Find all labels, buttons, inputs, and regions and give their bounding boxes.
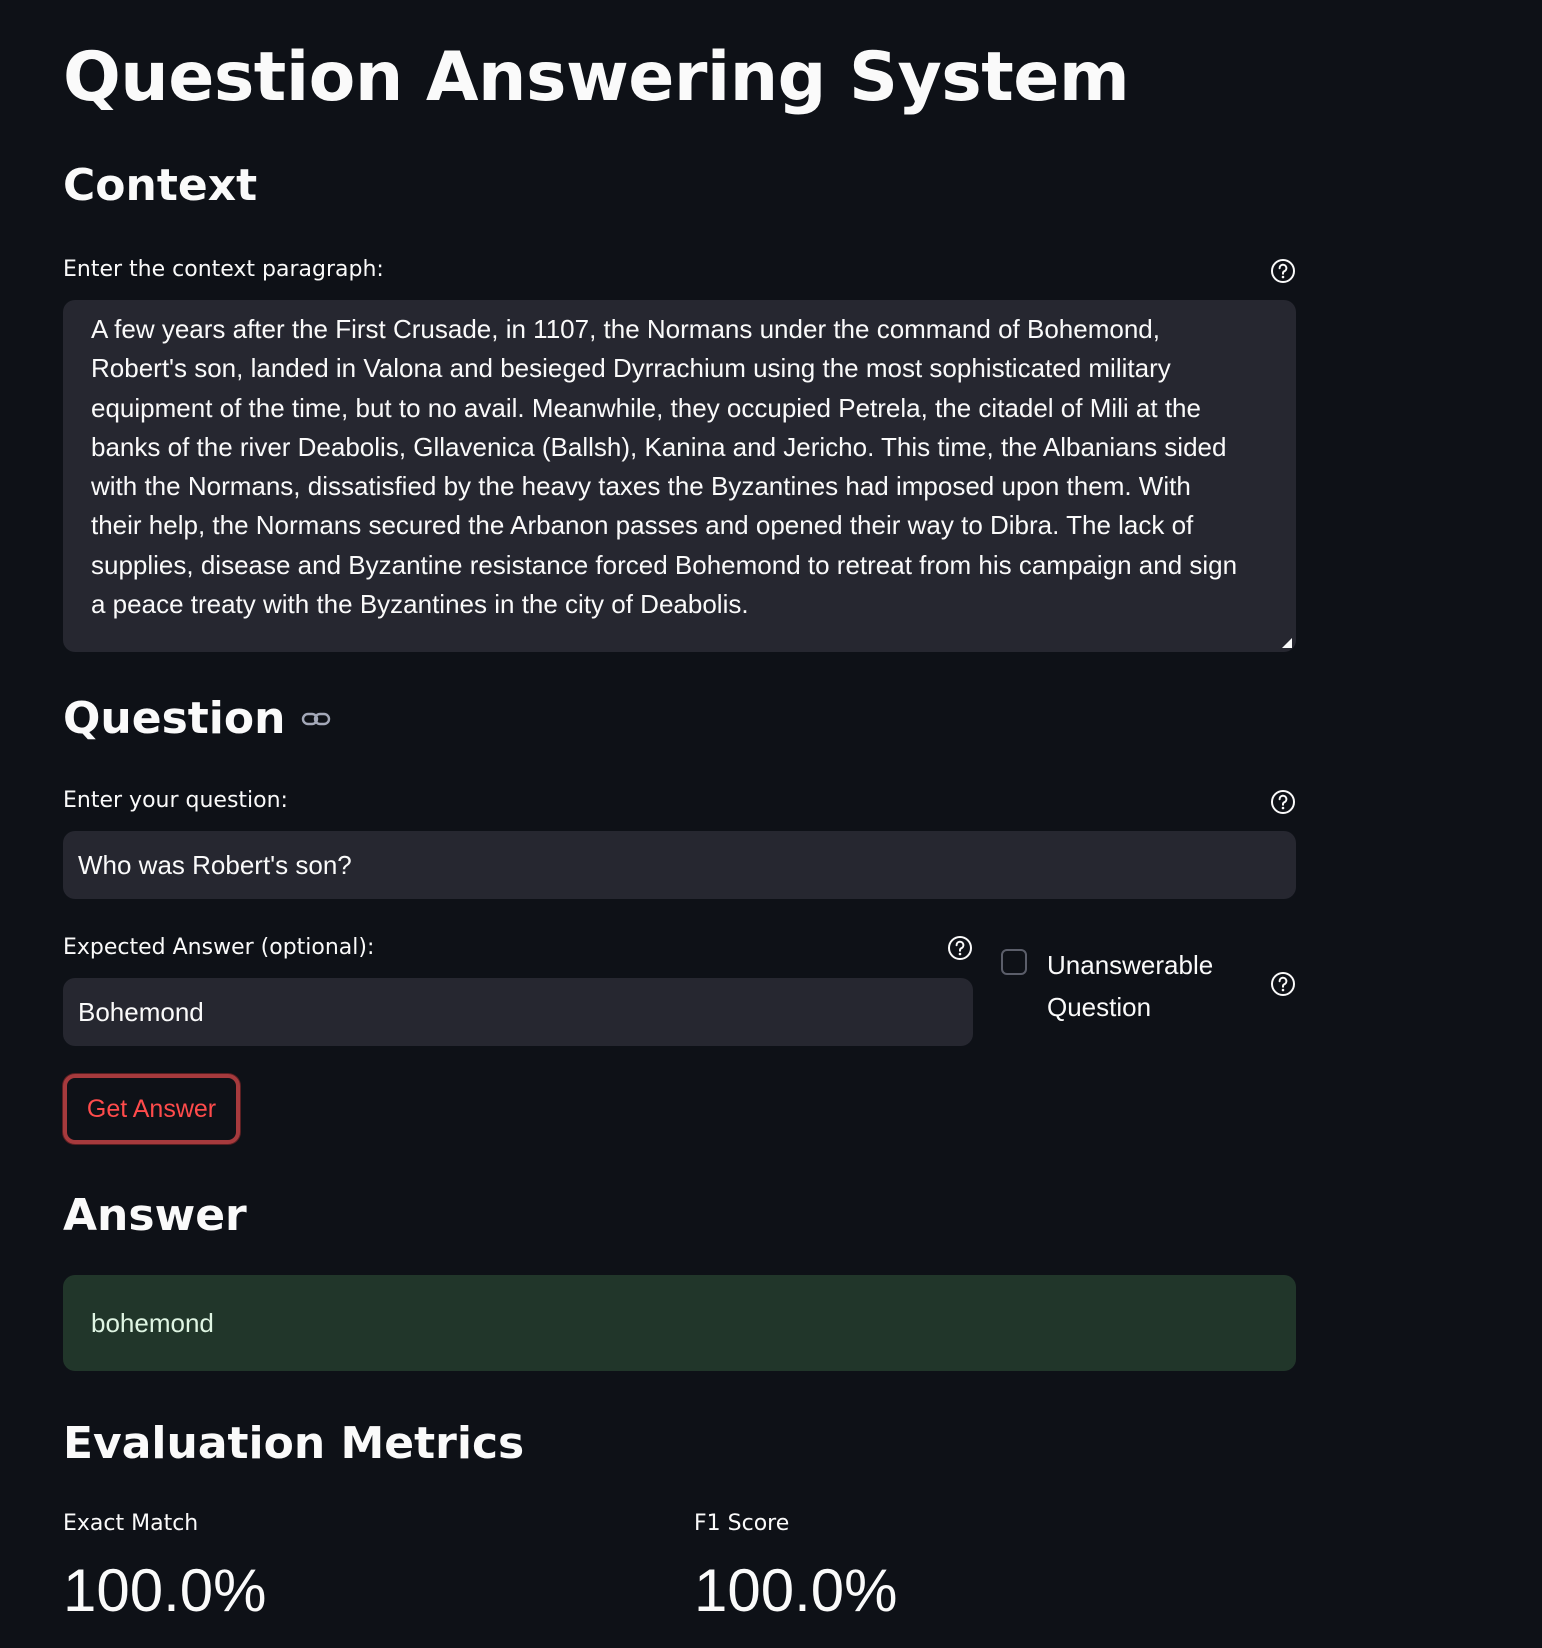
context-line: A few years after the First Crusade, in … [91, 314, 1160, 344]
f1-score-value: 100.0% [694, 1557, 898, 1624]
context-heading: Context [63, 160, 258, 211]
exact-match-label: Exact Match [63, 1511, 199, 1536]
expected-answer-help-icon[interactable] [947, 935, 973, 961]
unanswerable-checkbox[interactable] [1001, 949, 1027, 975]
answer-heading: Answer [63, 1190, 247, 1241]
context-line: equipment of the time, but to no avail. … [91, 392, 1201, 423]
resize-handle[interactable] [1282, 638, 1292, 648]
answer-box: bohemond [63, 1275, 1296, 1371]
question-input-value: Who was Robert's son? [78, 849, 352, 880]
metrics-heading: Evaluation Metrics [63, 1418, 525, 1469]
answer-value: bohemond [91, 1307, 214, 1338]
exact-match-value: 100.0% [63, 1557, 267, 1624]
context-line: Robert's son, landed in Valona and besie… [91, 353, 1171, 384]
question-heading: Question [63, 693, 286, 744]
context-line: supplies, disease and Byzantine resistan… [91, 549, 1238, 580]
unanswerable-help-icon[interactable] [1270, 971, 1296, 997]
f1-score-label: F1 Score [694, 1511, 790, 1536]
link-icon[interactable] [301, 704, 331, 734]
context-line: a peace treaty with the Byzantines in th… [91, 589, 749, 620]
unanswerable-label-line: Question [1047, 992, 1152, 1022]
context-textarea[interactable]: A few years after the First Crusade, in … [63, 300, 1296, 652]
unanswerable-label[interactable]: Unanswerable Question [1047, 944, 1247, 1028]
question-input[interactable]: Who was Robert's son? [63, 831, 1296, 899]
context-line: with the Normans, dissatisfied by the he… [91, 471, 1191, 502]
expected-answer-value: Bohemond [78, 996, 204, 1027]
get-answer-label: Get Answer [86, 1094, 217, 1123]
get-answer-button[interactable]: Get Answer [63, 1074, 240, 1144]
unanswerable-label-line: Unanswerable [1047, 950, 1214, 980]
question-heading-wrapper: Question [63, 693, 331, 744]
question-field-label: Enter your question: [63, 788, 288, 813]
context-field-label: Enter the context paragraph: [63, 257, 384, 282]
question-help-icon[interactable] [1270, 789, 1296, 815]
expected-answer-input[interactable]: Bohemond [63, 978, 973, 1046]
context-line: banks of the river Deabolis, Gllavenica … [91, 431, 1227, 462]
page-title: Question Answering System [63, 38, 1130, 117]
expected-answer-label: Expected Answer (optional): [63, 935, 375, 960]
context-line: their help, the Normans secured the Arba… [91, 510, 1194, 541]
context-help-icon[interactable] [1270, 258, 1296, 284]
